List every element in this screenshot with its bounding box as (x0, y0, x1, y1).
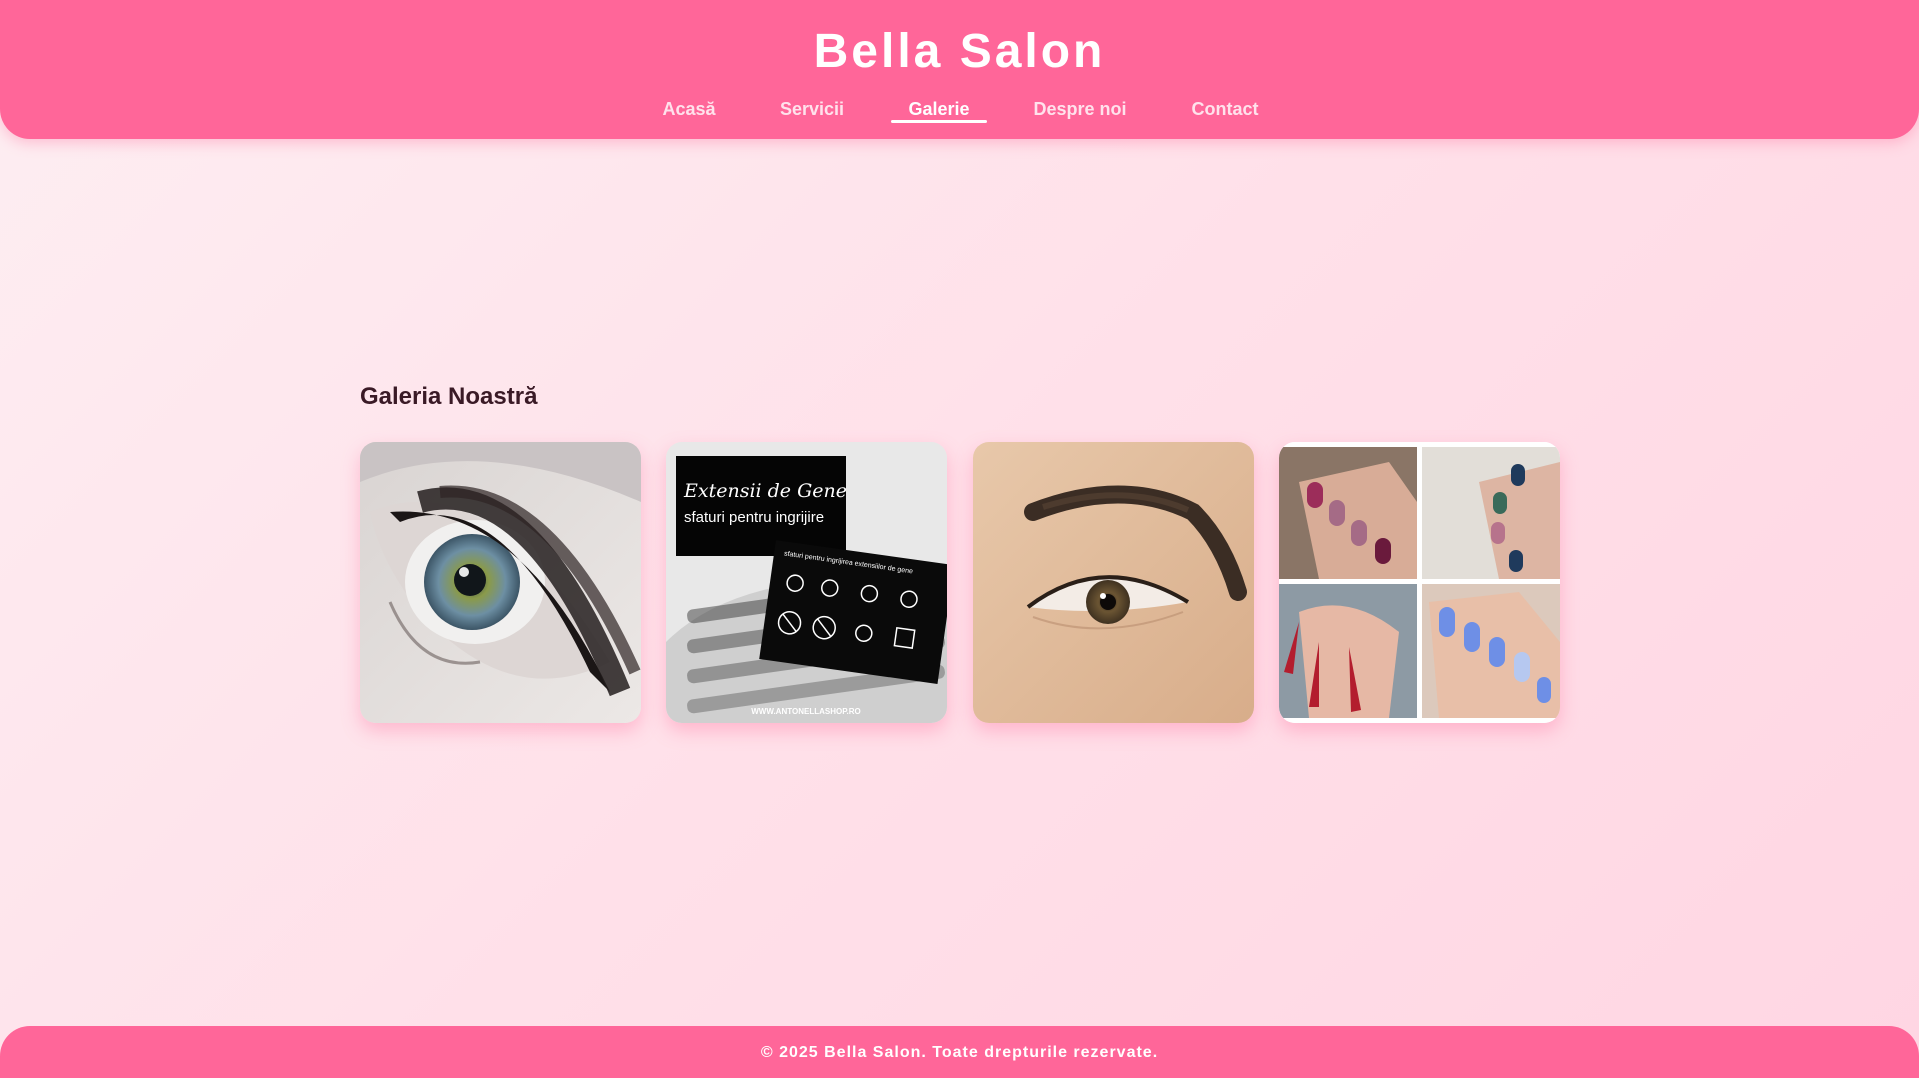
nav-item-galerie[interactable]: Galerie (891, 96, 987, 126)
main-nav: Acasă Servicii Galerie Despre noi Contac… (0, 96, 1919, 128)
nav-item-servicii[interactable]: Servicii (776, 96, 848, 126)
nav-item-contact[interactable]: Contact (1185, 96, 1265, 126)
manicure-collage-image (1279, 442, 1560, 723)
eyelash-closeup-image (360, 442, 641, 723)
gallery-image-eyelash-extensions[interactable] (360, 442, 641, 723)
gallery-image-eyelash-care-card[interactable]: Extensii de Gene sfaturi pentru ingrijir… (666, 442, 947, 723)
card-url-text: WWW.ANTONELLASHOP.RO (751, 707, 860, 716)
nav-item-despre-noi[interactable]: Despre noi (1030, 96, 1130, 126)
card-subtitle-text: sfaturi pentru ingrijire (684, 509, 824, 526)
nav-item-acasa[interactable]: Acasă (657, 96, 721, 126)
site-header: Bella Salon Acasă Servicii Galerie Despr… (0, 0, 1919, 139)
site-footer: © 2025 Bella Salon. Toate drepturile rez… (0, 1026, 1919, 1078)
gallery-image-manicure-collage[interactable] (1279, 442, 1560, 723)
copyright-text: © 2025 Bella Salon. Toate drepturile rez… (760, 1044, 1159, 1061)
eyebrow-closeup-image (973, 442, 1254, 723)
site-title: Bella Salon (813, 25, 1106, 78)
card-title-text: Extensii de Gene (683, 480, 847, 502)
gallery-image-eyebrow-styling[interactable] (973, 442, 1254, 723)
eyelash-care-card-image: Extensii de Gene sfaturi pentru ingrijir… (666, 442, 947, 723)
gallery-title: Galeria Noastră (360, 383, 538, 410)
